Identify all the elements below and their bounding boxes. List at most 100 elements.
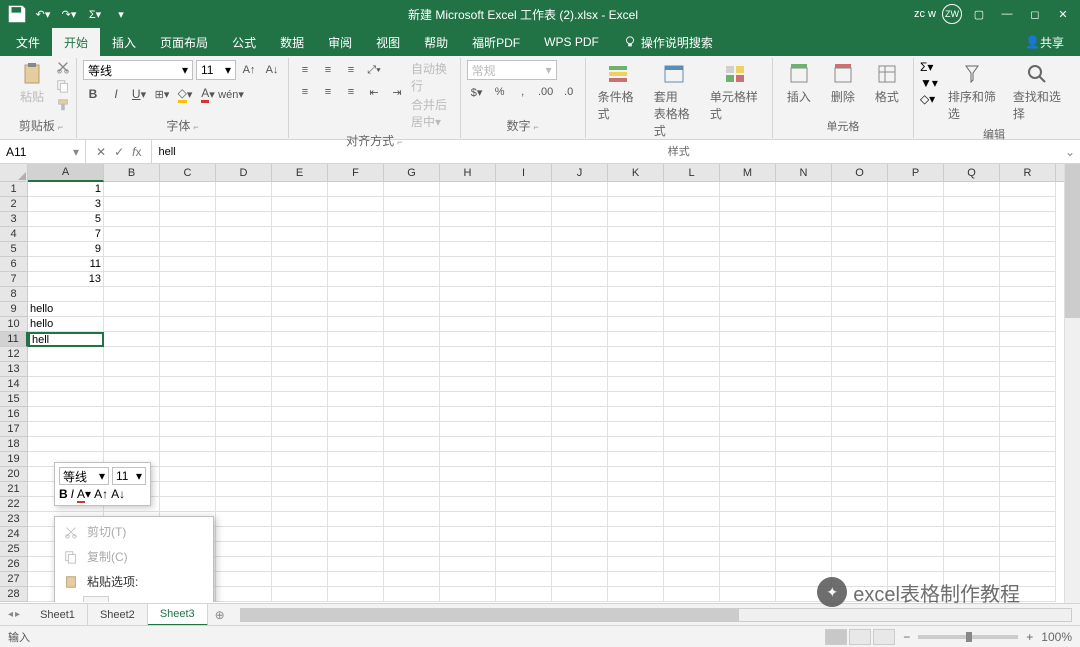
cell[interactable]: 3 [28,197,104,212]
cell[interactable] [104,377,160,392]
cell[interactable] [272,467,328,482]
menu-layout[interactable]: 页面布局 [148,28,220,56]
column-header[interactable]: E [272,164,328,181]
cell[interactable] [888,347,944,362]
cell[interactable] [552,542,608,557]
row-header[interactable]: 28 [0,587,28,602]
cell[interactable] [104,182,160,197]
delete-cells-button[interactable]: 删除 [823,60,863,107]
select-all-corner[interactable] [0,164,28,181]
cell[interactable] [664,482,720,497]
cell[interactable] [888,467,944,482]
cell[interactable] [384,212,440,227]
tell-me-search[interactable]: 操作说明搜索 [611,28,725,56]
cell[interactable] [832,377,888,392]
cell[interactable] [328,587,384,602]
cell[interactable] [496,422,552,437]
view-normal-icon[interactable] [825,629,847,645]
sheet-tab-3[interactable]: Sheet3 [148,604,208,626]
cell[interactable] [608,212,664,227]
cell[interactable] [384,572,440,587]
cell[interactable] [216,497,272,512]
column-header[interactable]: J [552,164,608,181]
cell[interactable] [384,287,440,302]
row-header[interactable]: 18 [0,437,28,452]
cell[interactable] [664,182,720,197]
cell[interactable] [664,557,720,572]
cell[interactable] [496,362,552,377]
cell[interactable] [776,257,832,272]
row-header[interactable]: 13 [0,362,28,377]
cell[interactable] [552,197,608,212]
cell[interactable] [440,197,496,212]
cell[interactable] [888,272,944,287]
cell[interactable] [1000,482,1056,497]
cell[interactable] [160,392,216,407]
cell[interactable] [160,332,216,347]
align-right-icon[interactable]: ≡ [341,82,361,102]
cell[interactable] [28,407,104,422]
cell[interactable] [1000,302,1056,317]
row-header[interactable]: 23 [0,512,28,527]
cell[interactable] [664,377,720,392]
cell[interactable] [888,557,944,572]
find-select-button[interactable]: 查找和选择 [1007,60,1068,124]
cell[interactable] [776,467,832,482]
cell[interactable] [888,527,944,542]
cell[interactable] [944,392,1000,407]
cell[interactable] [608,407,664,422]
cell[interactable] [104,422,160,437]
number-format-select[interactable]: 常规▾ [467,60,557,80]
cell[interactable] [608,497,664,512]
cell[interactable] [272,437,328,452]
cell[interactable] [888,332,944,347]
cell[interactable] [888,287,944,302]
cell[interactable] [216,182,272,197]
cell[interactable] [104,317,160,332]
cell[interactable] [608,572,664,587]
cell[interactable] [1000,332,1056,347]
cell[interactable] [272,242,328,257]
cell[interactable] [776,212,832,227]
cell[interactable] [496,302,552,317]
cell[interactable] [384,272,440,287]
cell[interactable] [776,302,832,317]
row-header[interactable]: 24 [0,527,28,542]
cell[interactable] [776,392,832,407]
cell[interactable] [160,362,216,377]
cell[interactable] [328,227,384,242]
cell[interactable]: 5 [28,212,104,227]
cell[interactable] [216,257,272,272]
cell[interactable] [384,227,440,242]
cell[interactable] [384,437,440,452]
cell[interactable] [1000,557,1056,572]
column-header[interactable]: L [664,164,720,181]
cell[interactable] [104,362,160,377]
avatar[interactable]: ZW [942,4,962,24]
cell[interactable] [832,437,888,452]
cell[interactable] [1000,257,1056,272]
cell[interactable] [440,512,496,527]
cell[interactable] [720,482,776,497]
cell[interactable] [328,197,384,212]
cell[interactable] [440,437,496,452]
cell[interactable] [664,332,720,347]
cell[interactable] [328,317,384,332]
column-header[interactable]: Q [944,164,1000,181]
cell[interactable] [272,497,328,512]
cell[interactable] [832,302,888,317]
share-button[interactable]: 👤 共享 [1013,28,1076,56]
cell[interactable] [496,587,552,602]
cell[interactable] [1000,407,1056,422]
cell[interactable] [1000,227,1056,242]
increase-decimal-icon[interactable]: .00 [536,82,556,102]
cell[interactable] [608,482,664,497]
cell[interactable] [552,437,608,452]
autosum-icon[interactable]: Σ▾ [84,3,106,25]
cell[interactable] [496,527,552,542]
cell[interactable] [440,392,496,407]
cell[interactable] [328,332,384,347]
cell[interactable] [272,452,328,467]
font-name-select[interactable]: 等线▾ [83,60,193,80]
cell[interactable] [216,362,272,377]
